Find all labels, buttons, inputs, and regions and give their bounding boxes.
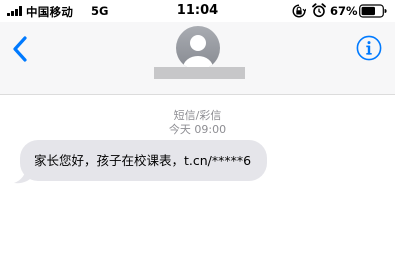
incoming-message[interactable]: 家长您好，孩子在校课表，t.cn/*****6: [14, 140, 268, 184]
orientation-lock-icon: [292, 4, 306, 18]
contact-name-redacted: [154, 67, 245, 79]
battery-percent: 67%: [330, 4, 358, 18]
battery-icon: [359, 4, 387, 18]
contact-avatar-icon[interactable]: [176, 26, 220, 70]
back-chevron-icon[interactable]: [9, 34, 33, 64]
alarm-icon: [312, 3, 326, 18]
status-bar: 中国移动 5G 11:04 67%: [0, 0, 395, 22]
info-icon[interactable]: [356, 35, 382, 61]
message-bubble-text: 家长您好，孩子在校课表，t.cn/*****6: [20, 140, 268, 181]
message-timestamp: 今天 09:00: [168, 123, 227, 136]
conversation-header: [0, 22, 395, 95]
